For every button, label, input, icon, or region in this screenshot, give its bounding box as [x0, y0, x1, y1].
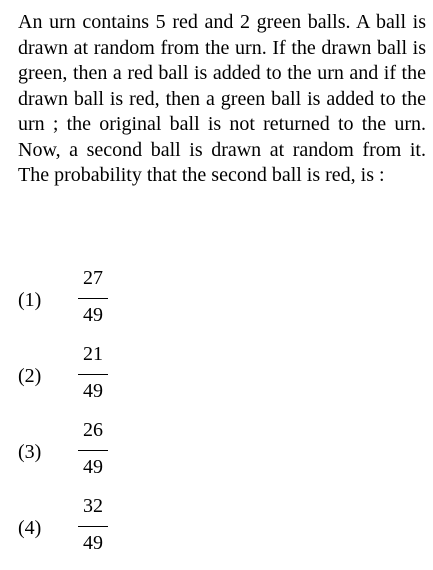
option-4-denominator: 49 — [83, 532, 103, 554]
fraction-bar — [78, 374, 108, 375]
option-2-denominator: 49 — [83, 380, 103, 402]
option-1-label: (1) — [18, 289, 42, 311]
option-3-denominator: 49 — [83, 456, 103, 478]
option-1-numerator: 27 — [83, 267, 103, 289]
option-4: (4) 32 49 — [18, 494, 158, 564]
fraction-bar — [78, 298, 108, 299]
option-3-numerator: 26 — [83, 419, 103, 441]
option-4-numerator: 32 — [83, 495, 103, 517]
option-1: (1) 27 49 — [18, 266, 158, 336]
fraction-bar — [78, 450, 108, 451]
option-4-label: (4) — [18, 517, 42, 539]
option-3-label: (3) — [18, 441, 42, 463]
option-1-denominator: 49 — [83, 304, 103, 326]
option-2: (2) 21 49 — [18, 342, 158, 412]
option-2-numerator: 21 — [83, 343, 103, 365]
option-3-fraction: 26 49 — [78, 418, 108, 482]
option-1-fraction: 27 49 — [78, 266, 108, 330]
question-text: An urn contains 5 red and 2 green balls.… — [18, 11, 426, 186]
option-2-fraction: 21 49 — [78, 342, 108, 406]
fraction-bar — [78, 526, 108, 527]
option-4-fraction: 32 49 — [78, 494, 108, 558]
option-3: (3) 26 49 — [18, 418, 158, 488]
option-2-label: (2) — [18, 365, 42, 387]
